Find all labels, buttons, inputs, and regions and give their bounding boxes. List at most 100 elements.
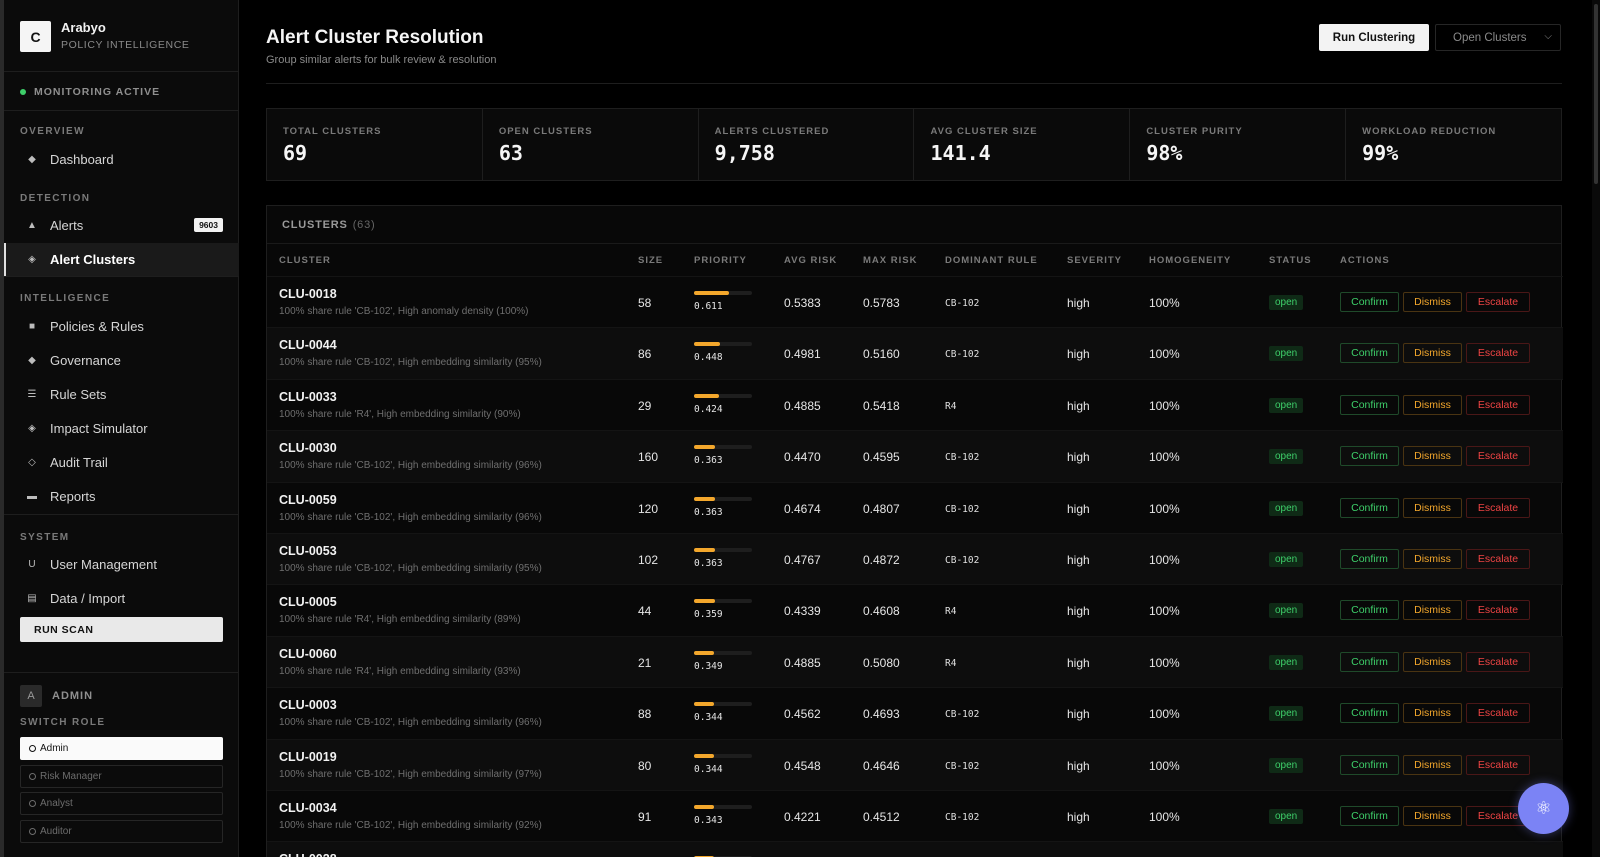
confirm-button[interactable]: Confirm [1340,600,1399,621]
cell-cluster-id[interactable]: CLU-0003 [279,698,337,712]
sidebar-item-alert-clusters[interactable]: ◈ Alert Clusters [4,243,239,276]
cell-priority: 0.344 [694,763,723,775]
cell-avg-risk: 0.4885 [784,655,821,670]
column-header[interactable]: STATUS [1269,255,1312,266]
table-row[interactable]: CLU-0030 100% share rule 'CB-102', High e… [267,430,1563,482]
confirm-button[interactable]: Confirm [1340,292,1399,312]
role-auditor-button[interactable]: Auditor [20,820,223,843]
escalate-button[interactable]: Escalate [1466,394,1530,415]
sidebar-item-impact-simulator[interactable]: ◈ Impact Simulator [4,412,239,445]
table-row[interactable]: CLU-0034 100% share rule 'CB-102', High e… [267,790,1563,841]
status-badge: open [1269,397,1304,413]
escalate-button[interactable]: Escalate [1466,600,1530,621]
cell-dominant-rule: CB-102 [945,812,980,823]
scrollbar-thumb[interactable] [1594,4,1598,184]
confirm-button[interactable]: Confirm [1340,394,1399,415]
dismiss-button[interactable]: Dismiss [1403,446,1462,467]
confirm-button[interactable]: Confirm [1340,343,1399,364]
cell-cluster-id[interactable]: CLU-0028 [279,852,337,857]
column-header[interactable]: HOMOGENEITY [1149,255,1231,266]
sidebar-item-rule-sets[interactable]: ☰ Rule Sets [4,378,239,411]
table-row[interactable]: CLU-0003 100% share rule 'CB-102', High e… [267,687,1563,738]
dismiss-button[interactable]: Dismiss [1403,703,1462,724]
sidebar-item-audit-trail[interactable]: ◇ Audit Trail [4,446,239,479]
cluster-filter-select[interactable]: Open Clusters ⌵ [1435,24,1561,51]
confirm-button[interactable]: Confirm [1340,497,1399,518]
column-header[interactable]: MAX RISK [863,255,917,266]
confirm-button[interactable]: Confirm [1340,446,1399,467]
escalate-button[interactable]: Escalate [1466,343,1530,364]
dismiss-button[interactable]: Dismiss [1403,754,1462,775]
escalate-button[interactable]: Escalate [1466,703,1530,724]
dismiss-button[interactable]: Dismiss [1403,651,1462,672]
role-analyst-button[interactable]: Analyst [20,792,223,815]
sidebar-item-data-import[interactable]: ▤ Data / Import [4,582,239,615]
table-row[interactable]: CLU-00280.340 [267,841,1563,857]
cell-cluster-id[interactable]: CLU-0019 [279,750,337,764]
cell-cluster-id[interactable]: CLU-0060 [279,647,337,661]
confirm-button[interactable]: Confirm [1340,754,1399,775]
sidebar-item-user-management[interactable]: U User Management [4,548,239,581]
escalate-button[interactable]: Escalate [1466,292,1530,312]
dismiss-button[interactable]: Dismiss [1403,394,1462,415]
run-clustering-button[interactable]: Run Clustering [1319,24,1429,51]
cell-cluster-id[interactable]: CLU-0034 [279,801,337,815]
run-scan-button[interactable]: RUN SCAN [20,617,223,642]
cell-dominant-rule: R4 [945,657,957,669]
escalate-button[interactable]: Escalate [1466,754,1530,775]
cell-priority: 0.343 [694,815,723,826]
dismiss-button[interactable]: Dismiss [1403,497,1462,518]
divider [266,83,1562,84]
table-row[interactable]: CLU-0018 100% share rule 'CB-102', High a… [267,276,1563,327]
cell-cluster-id[interactable]: CLU-0033 [279,390,337,404]
table-row[interactable]: CLU-0019 100% share rule 'CB-102', High e… [267,738,1563,790]
dismiss-button[interactable]: Dismiss [1403,549,1462,569]
cell-homogeneity: 100% [1149,810,1180,824]
table-row[interactable]: CLU-0053 100% share rule 'CB-102', High e… [267,533,1563,585]
escalate-button[interactable]: Escalate [1466,446,1530,467]
confirm-button[interactable]: Confirm [1340,549,1399,569]
escalate-button[interactable]: Escalate [1466,549,1530,569]
column-header[interactable]: PRIORITY [694,255,747,266]
dismiss-button[interactable]: Dismiss [1403,343,1462,364]
table-row[interactable]: CLU-0060 100% share rule 'R4', High embed… [267,635,1563,688]
role-risk-manager-button[interactable]: Risk Manager [20,765,223,788]
main-content: Alert Cluster Resolution Group similar a… [239,0,1600,857]
table-row[interactable]: CLU-0005 100% share rule 'R4', High embed… [267,584,1563,635]
cell-size: 58 [638,296,652,310]
assistant-fab-button[interactable]: ⚛ [1518,783,1569,834]
column-header[interactable]: SEVERITY [1067,255,1122,266]
escalate-button[interactable]: Escalate [1466,497,1530,518]
sidebar-item-governance[interactable]: ◆ Governance [4,344,239,377]
table-row[interactable]: CLU-0033 100% share rule 'R4', High embed… [267,378,1563,430]
cell-dominant-rule: R4 [945,606,957,618]
cell-cluster-id[interactable]: CLU-0053 [279,544,337,558]
table-row[interactable]: CLU-0044 100% share rule 'CB-102', High e… [267,327,1563,379]
cell-cluster-id[interactable]: CLU-0044 [279,338,337,352]
confirm-button[interactable]: Confirm [1340,806,1399,826]
sidebar-item-dashboard[interactable]: ◆ Dashboard [4,143,239,176]
cell-severity: high [1067,707,1090,722]
dismiss-button[interactable]: Dismiss [1403,600,1462,621]
cell-cluster-id[interactable]: CLU-0059 [279,493,337,507]
dismiss-button[interactable]: Dismiss [1403,806,1462,826]
escalate-button[interactable]: Escalate [1466,651,1530,672]
sidebar-item-alerts[interactable]: ▲ Alerts 9603 [4,209,239,242]
dismiss-button[interactable]: Dismiss [1403,292,1462,312]
confirm-button[interactable]: Confirm [1340,651,1399,672]
sidebar-item-reports[interactable]: ▬ Reports [4,480,239,513]
cell-cluster-id[interactable]: CLU-0018 [279,287,337,301]
status-badge: open [1269,603,1304,619]
table-row[interactable]: CLU-0059 100% share rule 'CB-102', High e… [267,481,1563,533]
column-header[interactable]: DOMINANT RULE [945,255,1038,266]
cell-cluster-id[interactable]: CLU-0005 [279,595,337,609]
confirm-button[interactable]: Confirm [1340,703,1399,724]
cell-dominant-rule: CB-102 [945,555,980,566]
column-header[interactable]: SIZE [638,255,663,266]
column-header[interactable]: AVG RISK [784,255,837,266]
cell-cluster-id[interactable]: CLU-0030 [279,441,337,455]
cell-max-risk: 0.5783 [863,296,900,310]
column-header[interactable]: CLUSTER [279,255,331,266]
sidebar-item-policies-rules[interactable]: ■ Policies & Rules [4,310,239,343]
role-admin-button[interactable]: Admin [20,737,223,760]
